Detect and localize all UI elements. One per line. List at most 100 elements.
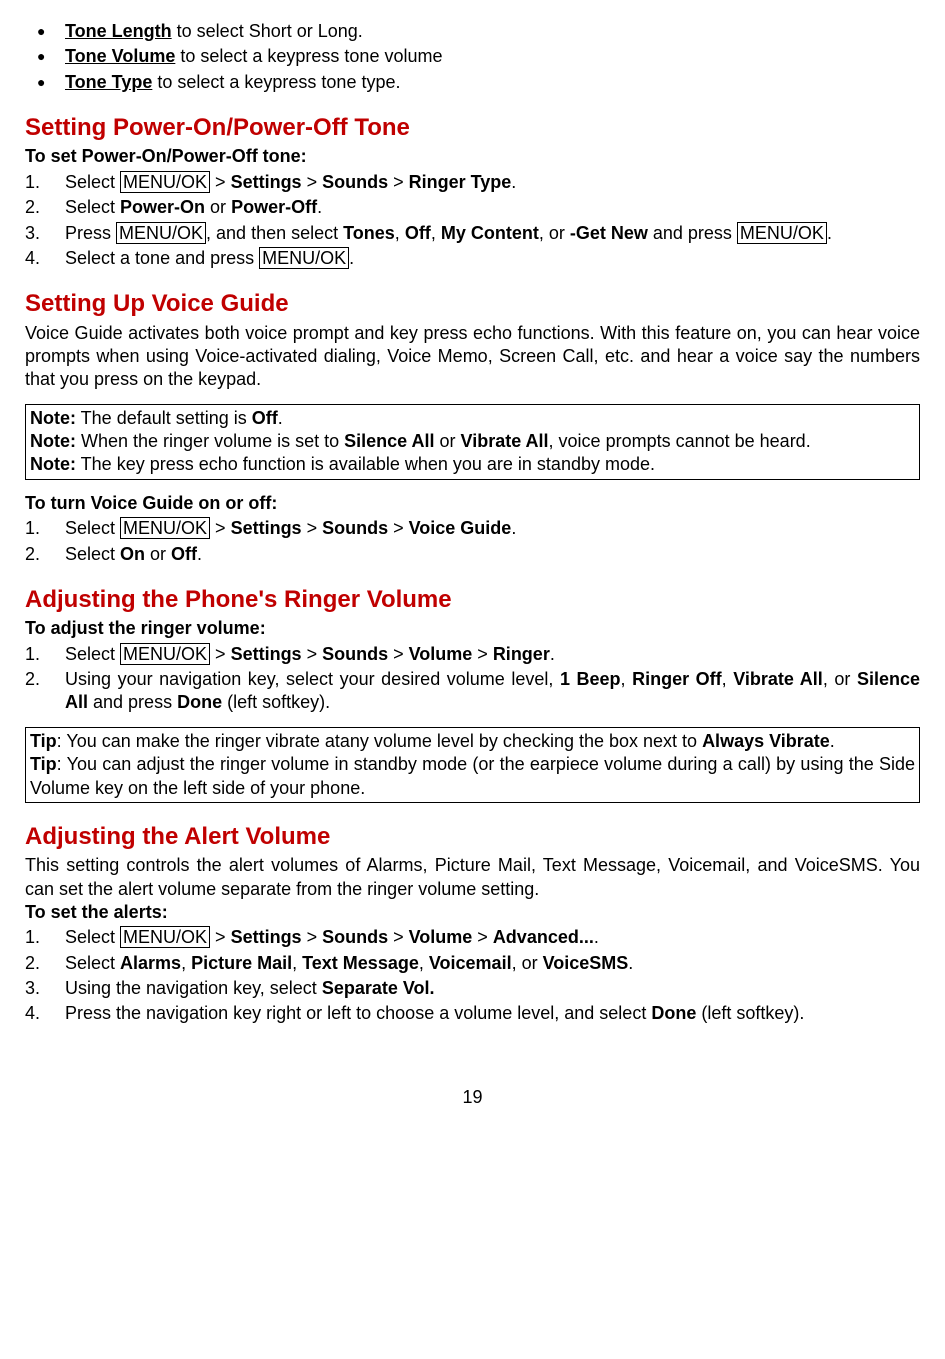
text: The key press echo function is available… xyxy=(76,454,655,474)
subheader: To adjust the ringer volume: xyxy=(25,617,920,640)
list-item: Tone Length to select Short or Long. xyxy=(65,20,920,43)
text: . xyxy=(628,953,633,973)
text: Tip xyxy=(30,754,57,774)
text: Power-On xyxy=(120,197,205,217)
text: . xyxy=(349,248,354,268)
text: Using your navigation key, select your d… xyxy=(65,669,560,689)
text: > xyxy=(302,927,323,947)
text: , and then select xyxy=(206,223,343,243)
note-box: Note: The default setting is Off. Note: … xyxy=(25,404,920,480)
text: Always Vibrate xyxy=(702,731,830,751)
text: > xyxy=(388,927,409,947)
text: Picture Mail xyxy=(191,953,292,973)
text: Select xyxy=(65,953,120,973)
text: , xyxy=(419,953,429,973)
text: Press the navigation key right or left t… xyxy=(65,1003,651,1023)
text: Select xyxy=(65,644,120,664)
text: > xyxy=(210,518,231,538)
step: Press MENU/OK, and then select Tones, Of… xyxy=(25,222,920,245)
text: Settings xyxy=(231,172,302,192)
text: > xyxy=(388,518,409,538)
text: . xyxy=(197,544,202,564)
text: Select xyxy=(65,197,120,217)
text: Ringer Off xyxy=(632,669,722,689)
section-header-alert-volume: Adjusting the Alert Volume xyxy=(25,821,920,852)
text: and press xyxy=(648,223,737,243)
text: > xyxy=(302,172,323,192)
text: Tip xyxy=(30,731,57,751)
step: Select MENU/OK > Settings > Sounds > Rin… xyxy=(25,171,920,194)
tip-line: Tip: You can make the ringer vibrate ata… xyxy=(30,730,915,753)
text: Ringer xyxy=(493,644,550,664)
text: , or xyxy=(512,953,543,973)
text: > xyxy=(210,172,231,192)
text: . xyxy=(511,172,516,192)
step: Select Power-On or Power-Off. xyxy=(25,196,920,219)
text: > xyxy=(388,172,409,192)
tip-line: Tip: You can adjust the ringer volume in… xyxy=(30,753,915,800)
text: Alarms xyxy=(120,953,181,973)
text: Using the navigation key, select xyxy=(65,978,322,998)
power-tone-steps: Select MENU/OK > Settings > Sounds > Rin… xyxy=(25,171,920,271)
page-number: 19 xyxy=(25,1086,920,1109)
menu-ok-button: MENU/OK xyxy=(120,643,210,665)
list-item: Tone Volume to select a keypress tone vo… xyxy=(65,45,920,68)
menu-ok-button: MENU/OK xyxy=(120,517,210,539)
text: Voicemail xyxy=(429,953,512,973)
menu-ok-button: MENU/OK xyxy=(120,926,210,948)
alert-steps: Select MENU/OK > Settings > Sounds > Vol… xyxy=(25,926,920,1026)
text: to select a keypress tone type. xyxy=(152,72,400,92)
text: Vibrate All xyxy=(461,431,549,451)
text: Settings xyxy=(231,927,302,947)
text: , or xyxy=(823,669,857,689)
step: Select Alarms, Picture Mail, Text Messag… xyxy=(25,952,920,975)
text: Select a tone and press xyxy=(65,248,259,268)
text: -Get New xyxy=(570,223,648,243)
menu-ok-button: MENU/OK xyxy=(120,171,210,193)
list-item: Tone Type to select a keypress tone type… xyxy=(65,71,920,94)
label: Tone Volume xyxy=(65,46,175,66)
text: > xyxy=(210,927,231,947)
text: Done xyxy=(177,692,222,712)
text: . xyxy=(317,197,322,217)
text: Voice Guide xyxy=(409,518,512,538)
text: > xyxy=(302,518,323,538)
subheader: To turn Voice Guide on or off: xyxy=(25,492,920,515)
text: : You can make the ringer vibrate atany … xyxy=(57,731,702,751)
text: Silence All xyxy=(344,431,434,451)
menu-ok-button: MENU/OK xyxy=(259,247,349,269)
paragraph: Voice Guide activates both voice prompt … xyxy=(25,322,920,392)
step: Using your navigation key, select your d… xyxy=(25,668,920,715)
text: Tones xyxy=(343,223,395,243)
text: , xyxy=(292,953,302,973)
text: , xyxy=(722,669,734,689)
text: Sounds xyxy=(322,644,388,664)
text: 1 Beep xyxy=(560,669,621,689)
text: Note: xyxy=(30,408,76,428)
voice-guide-steps: Select MENU/OK > Settings > Sounds > Voi… xyxy=(25,517,920,566)
text: or xyxy=(205,197,231,217)
subheader: To set the alerts: xyxy=(25,901,920,924)
text: Settings xyxy=(231,518,302,538)
text: Press xyxy=(65,223,116,243)
text: > xyxy=(472,927,493,947)
text: Note: xyxy=(30,431,76,451)
text: > xyxy=(388,644,409,664)
text: On xyxy=(120,544,145,564)
text: Off xyxy=(252,408,278,428)
text: . xyxy=(827,223,832,243)
step: Press the navigation key right or left t… xyxy=(25,1002,920,1025)
menu-ok-button: MENU/OK xyxy=(737,222,827,244)
text: Select xyxy=(65,544,120,564)
step: Using the navigation key, select Separat… xyxy=(25,977,920,1000)
text: to select a keypress tone volume xyxy=(175,46,442,66)
note-line: Note: The default setting is Off. xyxy=(30,407,915,430)
text: . xyxy=(594,927,599,947)
text: , voice prompts cannot be heard. xyxy=(549,431,811,451)
text: Text Message xyxy=(302,953,419,973)
text: . xyxy=(550,644,555,664)
text: Off xyxy=(171,544,197,564)
step: Select MENU/OK > Settings > Sounds > Vol… xyxy=(25,643,920,666)
step: Select a tone and press MENU/OK. xyxy=(25,247,920,270)
text: , xyxy=(431,223,441,243)
